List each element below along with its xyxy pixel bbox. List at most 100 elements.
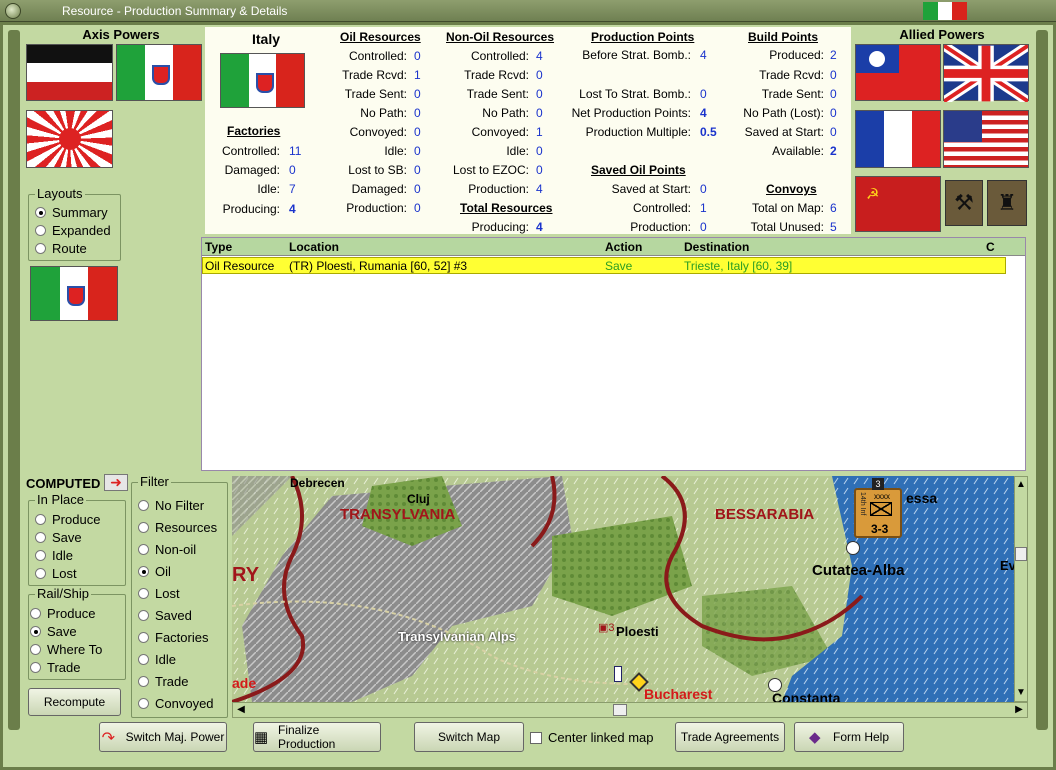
saved-oil-heading: Saved Oil Points (591, 163, 686, 177)
right-rail (1036, 30, 1048, 730)
filter-trade-radio[interactable]: Trade (138, 674, 188, 689)
nonoil-row-label: Lost to EZOC: (452, 163, 529, 177)
railship-whereto-radio[interactable]: Where To (30, 642, 102, 657)
infantry-icon (870, 502, 892, 516)
scroll-up-icon[interactable]: ▲ (1015, 479, 1027, 491)
resource-table: Type Location Action Destination C Oil R… (201, 237, 1026, 471)
map-label-ry: RY (232, 564, 260, 586)
map-label-bucharest: Bucharest (644, 686, 713, 702)
switch-icon: ↷ (101, 730, 116, 747)
ussr-flag-icon[interactable]: ☭ (855, 176, 941, 232)
rail-marker-icon[interactable] (614, 666, 622, 682)
map-label-bessarabia: BESSARABIA (715, 506, 815, 523)
build-row-value: 0 (830, 106, 837, 120)
filter-oil-radio[interactable]: Oil (138, 564, 171, 579)
map-vertical-scrollbar[interactable]: ▲ ▼ (1014, 476, 1028, 702)
oil-resources-heading: Oil Resources (340, 30, 421, 44)
map-label-odessa: essa (906, 490, 938, 506)
cell-type: Oil Resource (205, 259, 275, 273)
filter-idle-radio[interactable]: Idle (138, 652, 176, 667)
build-points-heading: Build Points (748, 30, 818, 44)
savedoil-row-label: Saved at Start: (611, 182, 691, 196)
filter-convoyed-radio[interactable]: Convoyed (138, 696, 214, 711)
col-location[interactable]: Location (289, 240, 339, 254)
unit-side: 14th Inf (859, 492, 866, 516)
allied-powers-title: Allied Powers (899, 27, 985, 42)
filter-saved-radio[interactable]: Saved (138, 608, 192, 623)
ploesti-resource-icon[interactable]: ▣3 (598, 621, 615, 634)
left-rail (8, 30, 20, 730)
build-row-label: Trade Sent: (761, 87, 824, 101)
game-map[interactable]: Debrecen Cluj TRANSYLVANIA BESSARABIA Tr… (232, 476, 1014, 702)
build-row-value: 2 (830, 48, 837, 62)
scroll-right-icon[interactable]: ▶ (1013, 704, 1025, 716)
germany-flag-icon[interactable] (26, 44, 113, 101)
layout-expanded-radio[interactable]: Expanded (35, 223, 111, 238)
v-scroll-thumb[interactable] (1015, 547, 1027, 561)
switch-map-button[interactable]: Switch Map (414, 722, 524, 752)
build-row-label: Produced: (769, 48, 824, 62)
col-c[interactable]: C (986, 240, 995, 254)
france-flag-icon[interactable] (855, 110, 941, 168)
nonoil-row-value: 0 (536, 68, 543, 82)
trade-agreements-button[interactable]: Trade Agreements (675, 722, 785, 752)
inplace-produce-radio[interactable]: Produce (35, 512, 100, 527)
port-icon[interactable] (768, 678, 782, 692)
filter-resources-radio[interactable]: Resources (138, 520, 217, 535)
mine-icon[interactable]: ⚒ (945, 180, 983, 226)
h-scroll-thumb[interactable] (613, 704, 627, 716)
japan-flag-icon[interactable] (26, 110, 113, 168)
usa-flag-icon[interactable] (943, 110, 1029, 168)
filter-lost-radio[interactable]: Lost (138, 586, 180, 601)
ploesti-resource-count: 3 (608, 622, 615, 634)
center-linked-map-checkbox[interactable]: Center linked map (530, 730, 654, 745)
map-horizontal-scrollbar[interactable]: ◀ ▶ (232, 702, 1028, 718)
unit-stack-count: 3 (872, 478, 884, 490)
app-icon[interactable] (5, 3, 21, 19)
production-summary: Italy Factories Controlled: 11 Damaged: 0 … (205, 27, 851, 234)
layout-route-radio[interactable]: Route (35, 241, 87, 256)
axis-powers-title: Axis Powers (82, 27, 160, 42)
form-help-button[interactable]: ◆ Form Help (794, 722, 904, 752)
railship-save-radio[interactable]: Save (30, 624, 77, 639)
nonoil-resources-heading: Non-Oil Resources (446, 30, 555, 44)
railship-trade-radio[interactable]: Trade (30, 660, 80, 675)
nonoil-row-value: 0 (536, 144, 543, 158)
filter-nonoil-radio[interactable]: Non-oil (138, 542, 196, 557)
map-label-cluj: Cluj (407, 492, 430, 506)
col-destination[interactable]: Destination (684, 240, 749, 254)
convoy-row-value: 6 (830, 201, 837, 215)
map-label-alps: Transylvanian Alps (398, 629, 517, 644)
build-row-value: 2 (830, 144, 837, 158)
recompute-button[interactable]: Recompute (28, 688, 121, 716)
oil-derrick-icon[interactable]: ♜ (987, 180, 1027, 226)
build-row-label: Available: (772, 144, 824, 158)
italy-flag-icon[interactable] (116, 44, 202, 101)
filter-nofilter-radio[interactable]: No Filter (138, 498, 204, 513)
railship-produce-radio[interactable]: Produce (30, 606, 95, 621)
inplace-save-radio[interactable]: Save (35, 530, 82, 545)
port-icon[interactable] (846, 541, 860, 555)
map-label-debrecen: Debrecen (290, 476, 345, 490)
scroll-left-icon[interactable]: ◀ (235, 704, 247, 716)
col-type[interactable]: Type (205, 240, 232, 254)
arrow-right-icon[interactable]: ➜ (104, 474, 128, 491)
scroll-down-icon[interactable]: ▼ (1015, 687, 1027, 699)
center-linked-map-label: Center linked map (548, 730, 654, 745)
unit-strength: 3-3 (871, 522, 889, 536)
cell-location: (TR) Ploesti, Rumania [60, 52] #3 (289, 259, 468, 273)
filter-factories-radio[interactable]: Factories (138, 630, 208, 645)
inplace-lost-radio[interactable]: Lost (35, 566, 77, 581)
switch-major-power-button[interactable]: ↷ Switch Maj. Power (99, 722, 227, 752)
china-flag-icon[interactable] (855, 44, 941, 101)
inplace-idle-radio[interactable]: Idle (35, 548, 73, 563)
savedoil-row-value: 0 (700, 182, 707, 196)
army-unit-counter[interactable]: 14th Inf xxxx 3-3 (854, 488, 902, 538)
build-row-value: 0 (830, 68, 837, 82)
filter-caption: Filter (138, 474, 171, 489)
cell-action[interactable]: Save (605, 259, 632, 273)
col-action[interactable]: Action (605, 240, 642, 254)
table-row[interactable]: Oil Resource (TR) Ploesti, Rumania [60, … (202, 257, 1006, 274)
uk-flag-icon[interactable] (943, 44, 1029, 102)
finalize-production-button[interactable]: ▦ Finalize Production (253, 722, 381, 752)
